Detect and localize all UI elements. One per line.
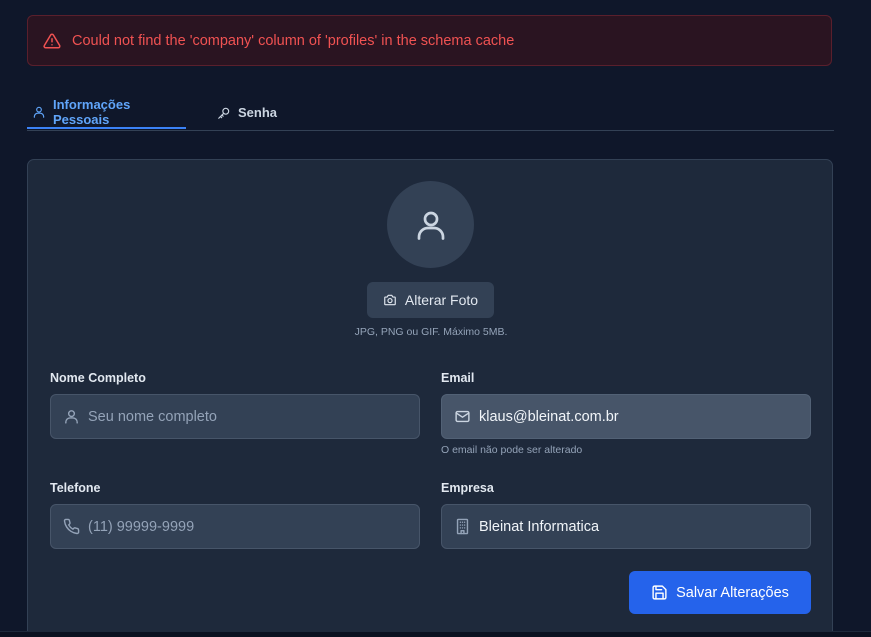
company-label: Empresa (441, 481, 494, 495)
user-icon (413, 207, 449, 243)
company-value[interactable]: Bleinat Informatica (479, 519, 599, 535)
change-photo-button[interactable]: Alterar Foto (367, 282, 494, 318)
company-field[interactable]: Bleinat Informatica (441, 504, 811, 549)
profile-page: Could not find the 'company' column of '… (0, 0, 871, 637)
tab-label: Informações Pessoais (53, 96, 131, 127)
save-changes-button[interactable]: Salvar Alterações (629, 571, 811, 614)
avatar (387, 181, 474, 268)
phone-icon (63, 518, 80, 535)
tab-label: Senha (238, 105, 278, 120)
mail-icon (454, 408, 471, 425)
name-field[interactable] (50, 394, 420, 439)
email-field: klaus@bleinat.com.br (441, 394, 811, 439)
user-icon (63, 408, 80, 425)
change-photo-label: Alterar Foto (404, 292, 479, 308)
name-input[interactable] (88, 408, 388, 425)
tab-bar: Informações Pessoais Senha (27, 96, 834, 131)
bottom-edge (0, 631, 871, 637)
tab-password[interactable]: Senha (217, 96, 277, 129)
save-label: Salvar Alterações (676, 584, 789, 601)
email-value: klaus@bleinat.com.br (479, 408, 619, 425)
camera-icon (383, 293, 397, 307)
warning-triangle-icon (43, 32, 61, 50)
key-icon (217, 106, 231, 120)
error-message: Could not find the 'company' column of '… (72, 32, 515, 49)
phone-input[interactable] (88, 518, 388, 535)
phone-label: Telefone (50, 481, 101, 495)
phone-field[interactable] (50, 504, 420, 549)
tab-personal-info[interactable]: Informações Pessoais (27, 96, 186, 129)
email-label: Email (441, 371, 475, 385)
profile-card: Alterar Foto JPG, PNG ou GIF. Máximo 5MB… (27, 159, 833, 637)
user-icon (32, 105, 46, 119)
name-label: Nome Completo (50, 371, 146, 385)
email-helper-text: O email não pode ser alterado (441, 444, 583, 456)
error-alert: Could not find the 'company' column of '… (27, 15, 832, 66)
save-icon (651, 584, 668, 601)
photo-hint: JPG, PNG ou GIF. Máximo 5MB. (354, 326, 508, 338)
building-icon (454, 518, 471, 535)
